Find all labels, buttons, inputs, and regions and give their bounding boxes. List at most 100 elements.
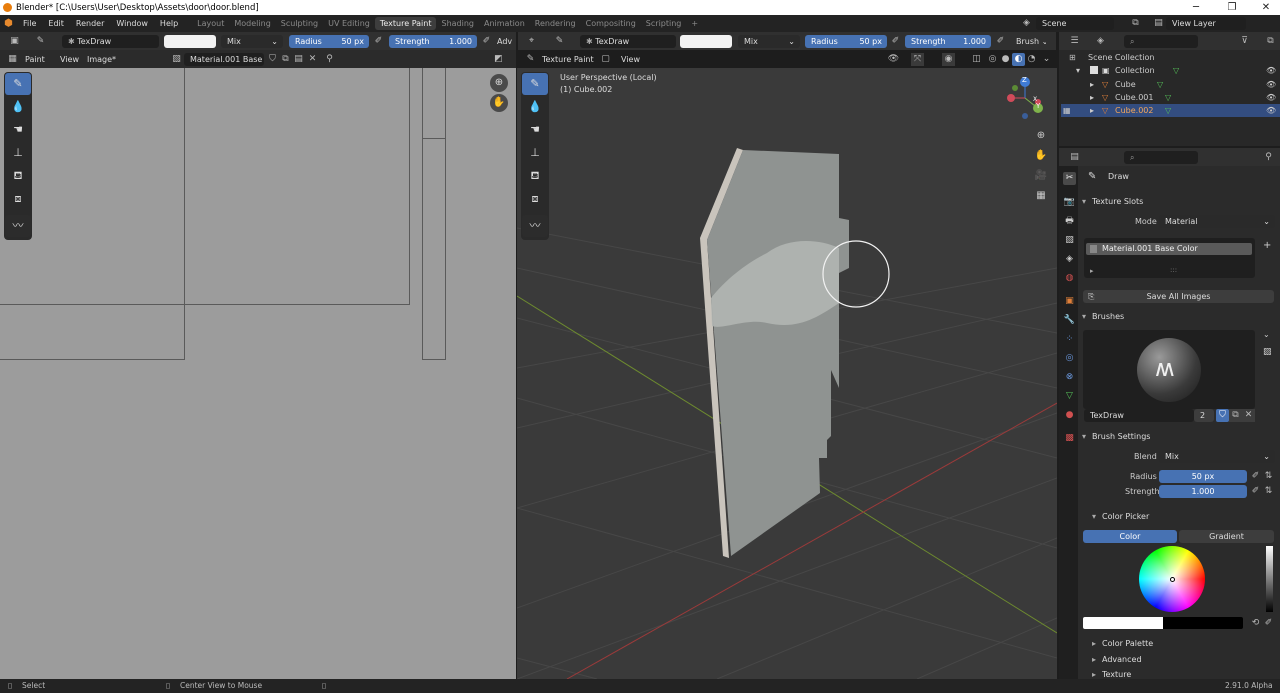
- visibility-icon[interactable]: 👁: [887, 53, 900, 66]
- editor-type-icon[interactable]: ▣: [8, 35, 21, 48]
- checkbox-icon[interactable]: [1090, 66, 1098, 74]
- list-resize-handle[interactable]: :::: [1170, 266, 1177, 274]
- radius-unit-icon[interactable]: ⇅: [1262, 470, 1275, 483]
- brush-image-icon[interactable]: ▨: [1263, 347, 1272, 357]
- delete-brush-icon[interactable]: ✕: [1242, 409, 1255, 422]
- viewport-draw-tool-icon[interactable]: ✎: [522, 73, 548, 95]
- tab-uv-editing[interactable]: UV Editing: [323, 17, 375, 30]
- viewport-editor-type-icon[interactable]: ⌖: [525, 35, 538, 48]
- shading-options-icon[interactable]: ⌄: [1040, 53, 1053, 66]
- viewport-strength-pressure-icon[interactable]: ✐: [994, 35, 1007, 48]
- radius-pressure-icon[interactable]: ✐: [1249, 470, 1262, 483]
- blend-dropdown[interactable]: Mix ⌄: [221, 35, 283, 48]
- texture-mode-dropdown[interactable]: Material ⌄: [1159, 215, 1275, 228]
- viewport-pan-icon[interactable]: ✋: [1033, 148, 1049, 164]
- modifier-tab-icon[interactable]: 🔧: [1063, 314, 1076, 327]
- color-pressure-icon[interactable]: ✐: [1262, 617, 1275, 630]
- tab-compositing[interactable]: Compositing: [581, 17, 641, 30]
- properties-search-input[interactable]: ⌕: [1124, 151, 1198, 164]
- display-channels-icon[interactable]: ◩: [492, 53, 505, 66]
- tab-layout[interactable]: Layout: [192, 17, 229, 30]
- viewport-mode-dropdown[interactable]: Texture Paint ⌄: [536, 53, 596, 66]
- fake-user-icon[interactable]: ⛉: [266, 53, 279, 66]
- viewport-blend-dropdown[interactable]: Mix ⌄: [738, 35, 800, 48]
- menu-edit[interactable]: Edit: [42, 19, 70, 28]
- advanced-menu[interactable]: Adv: [495, 35, 516, 48]
- color-wheel[interactable]: [1139, 546, 1205, 612]
- soften-tool-icon[interactable]: 💧: [5, 96, 31, 118]
- outliner-row-cube-002[interactable]: ▦ ▸ ▽ Cube.002 ▽ 👁: [1061, 104, 1280, 117]
- tool-tab-icon[interactable]: ✂: [1063, 172, 1076, 185]
- viewport-canvas[interactable]: User Perspective (Local) (1) Cube.002 Z …: [517, 68, 1057, 679]
- visibility-eye-icon[interactable]: 👁: [1266, 78, 1276, 91]
- outliner-row-collection[interactable]: ▾ ▣ Collection ▽ 👁: [1061, 64, 1280, 77]
- mask-tool-icon[interactable]: ⧈: [5, 188, 31, 210]
- brush-radius-field[interactable]: 50 px: [1159, 470, 1247, 483]
- particles-tab-icon[interactable]: ⁘: [1063, 333, 1076, 346]
- constraints-tab-icon[interactable]: ⊗: [1063, 371, 1076, 384]
- tab-sculpting[interactable]: Sculpting: [276, 17, 323, 30]
- strength-pressure-icon[interactable]: ✐: [480, 35, 493, 48]
- strength-pressure-toggle-icon[interactable]: ✐: [1249, 485, 1262, 498]
- outliner-new-collection-icon[interactable]: ⧉: [1264, 35, 1277, 48]
- list-expand-icon[interactable]: ▸: [1090, 267, 1094, 275]
- viewport-radius-field[interactable]: Radius 50 px: [805, 35, 887, 48]
- outliner-search-input[interactable]: ⌕: [1124, 35, 1198, 48]
- scene-copy-icon[interactable]: ⧉: [1129, 17, 1142, 30]
- brush-selector[interactable]: ✱ TexDraw: [62, 35, 159, 48]
- maximize-button[interactable]: ❐: [1220, 0, 1244, 15]
- view-layer-tab-icon[interactable]: ▧: [1063, 234, 1076, 247]
- render-tab-icon[interactable]: 📷: [1063, 196, 1076, 209]
- texture-slot-item[interactable]: Material.001 Base Color: [1086, 243, 1252, 255]
- world-tab-icon[interactable]: ◍: [1063, 272, 1076, 285]
- material-tab-icon[interactable]: ●: [1063, 409, 1076, 422]
- brush-strength-field[interactable]: 1.000: [1159, 485, 1247, 498]
- mask-toggle-icon[interactable]: ▢: [599, 53, 612, 66]
- tab-texture-paint[interactable]: Texture Paint: [374, 17, 437, 30]
- visibility-eye-icon[interactable]: 👁: [1266, 104, 1276, 117]
- gradient-tab[interactable]: Gradient: [1179, 530, 1274, 543]
- menu-help[interactable]: Help: [154, 19, 184, 28]
- clone-tool-icon[interactable]: ⊥: [5, 142, 31, 164]
- viewport-view-menu[interactable]: View: [615, 53, 641, 66]
- viewport-brush-menu[interactable]: Brush ⌄: [1010, 35, 1046, 48]
- output-tab-icon[interactable]: 🖶: [1063, 215, 1076, 228]
- outliner-row-scene-collection[interactable]: ⊞ Scene Collection: [1061, 51, 1280, 64]
- color-palette-panel-header[interactable]: Color Palette: [1088, 635, 1268, 652]
- image-name-field[interactable]: Material.001 Base ...: [184, 53, 264, 66]
- scene-selector[interactable]: Scene: [1036, 17, 1114, 30]
- mode-dropdown[interactable]: Paint: [19, 53, 49, 66]
- viewport-brush-icon[interactable]: ✎: [553, 35, 566, 48]
- tab-animation[interactable]: Animation: [479, 17, 530, 30]
- menu-file[interactable]: File: [17, 19, 42, 28]
- properties-type-icon[interactable]: ▤: [1068, 151, 1081, 164]
- ortho-toggle-icon[interactable]: ▦: [1033, 188, 1049, 204]
- brush-blend-dropdown[interactable]: Mix ⌄: [1159, 450, 1275, 463]
- zoom-icon[interactable]: ⊕: [490, 74, 508, 92]
- color-tab[interactable]: Color: [1083, 530, 1177, 543]
- visibility-eye-icon[interactable]: 👁: [1266, 64, 1276, 77]
- view-layer-icon[interactable]: ▤: [1152, 17, 1165, 30]
- strength-unit-icon[interactable]: ⇅: [1262, 485, 1275, 498]
- fake-user-shield-icon[interactable]: ⛉: [1216, 409, 1229, 422]
- outliner-row-cube-001[interactable]: ▸ ▽ Cube.001 ▽ 👁: [1061, 91, 1280, 104]
- smear-tool-icon[interactable]: ☚: [5, 119, 31, 141]
- draw-tool-icon[interactable]: ✎: [5, 73, 31, 95]
- add-workspace-button[interactable]: +: [686, 17, 703, 30]
- xray-icon[interactable]: ◫: [970, 53, 983, 66]
- add-slot-icon[interactable]: +: [1263, 240, 1271, 251]
- filter-icon[interactable]: ⊽: [1238, 35, 1251, 48]
- save-all-images-button[interactable]: ⎘ Save All Images: [1083, 290, 1274, 303]
- outliner-row-cube[interactable]: ▸ ▽ Cube ▽ 👁: [1061, 78, 1280, 91]
- camera-view-icon[interactable]: 🎥: [1033, 168, 1049, 184]
- viewport-color-swatch[interactable]: [680, 35, 732, 48]
- image-editor-type-icon[interactable]: ▦: [6, 53, 19, 66]
- viewport-pressure-icon[interactable]: ✐: [889, 35, 902, 48]
- texture-tab-icon[interactable]: ▩: [1063, 432, 1076, 445]
- data-tab-icon[interactable]: ▽: [1063, 390, 1076, 403]
- annotate-tool-icon[interactable]: 〰: [5, 215, 31, 237]
- tab-rendering[interactable]: Rendering: [530, 17, 581, 30]
- image-browse-icon[interactable]: ▧: [170, 53, 183, 66]
- primary-color-swatch[interactable]: [1083, 617, 1163, 629]
- brush-name-field[interactable]: TexDraw: [1084, 409, 1194, 422]
